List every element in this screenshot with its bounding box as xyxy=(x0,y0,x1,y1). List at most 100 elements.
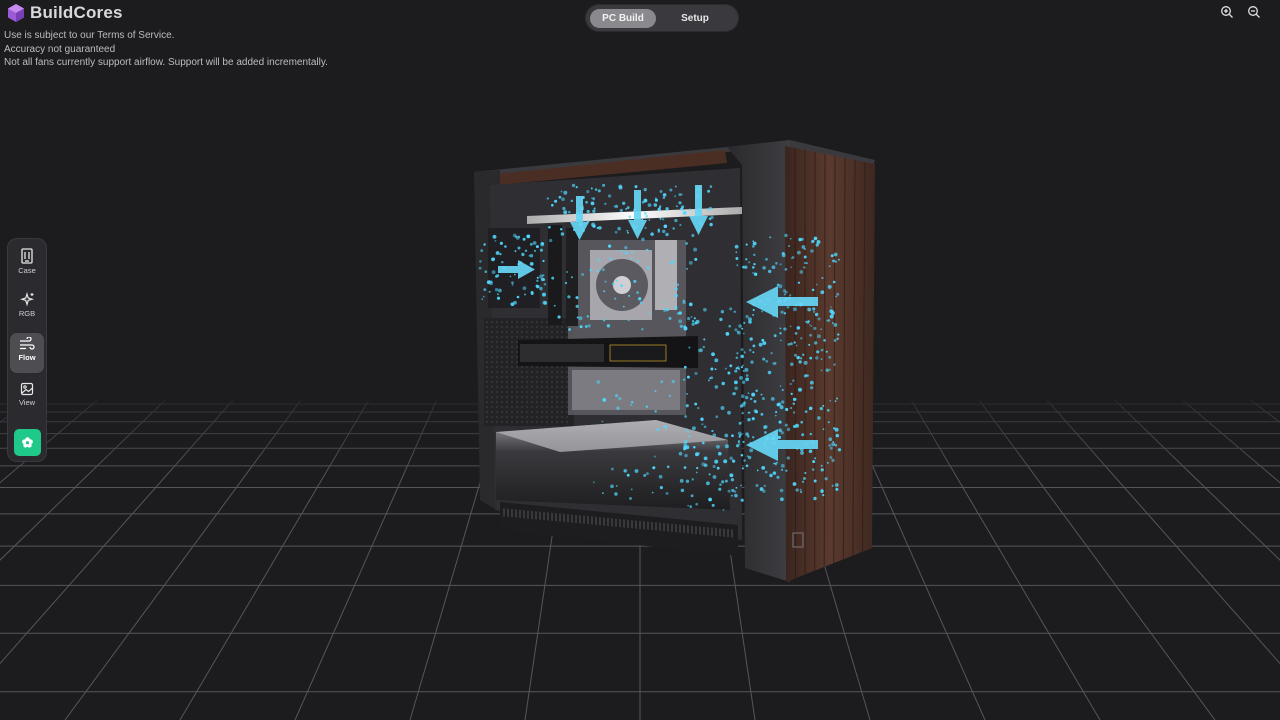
airflow-particle xyxy=(822,428,825,430)
airflow-particle xyxy=(597,259,600,262)
mesh-hole xyxy=(546,401,548,403)
mesh-hole xyxy=(516,381,518,383)
airflow-particle xyxy=(613,205,616,208)
mesh-hole xyxy=(486,386,488,388)
3d-viewport[interactable] xyxy=(0,0,1280,720)
airflow-particle xyxy=(593,197,595,199)
airflow-particle xyxy=(750,360,754,364)
airflow-particle xyxy=(737,441,740,444)
mesh-hole xyxy=(536,331,538,333)
airflow-particle xyxy=(714,459,719,464)
airflow-particle xyxy=(585,200,588,204)
mesh-hole xyxy=(556,401,558,403)
airflow-particle xyxy=(789,325,792,328)
zoom-in-button[interactable] xyxy=(1220,5,1234,19)
airflow-particle xyxy=(738,421,742,425)
mesh-hole xyxy=(486,356,488,358)
mesh-hole xyxy=(491,346,493,348)
pc-case-model[interactable] xyxy=(474,140,875,582)
airflow-particle xyxy=(710,215,714,219)
airflow-particle xyxy=(835,433,840,438)
mesh-hole xyxy=(511,346,513,348)
airflow-particle xyxy=(649,311,651,314)
airflow-particle xyxy=(618,184,623,189)
airflow-particle xyxy=(837,448,842,452)
tool-rgb[interactable]: RGB xyxy=(10,288,44,328)
airflow-particle xyxy=(755,389,758,392)
zoom-out-button[interactable] xyxy=(1247,5,1261,19)
airflow-particle xyxy=(784,290,788,294)
airflow-particle xyxy=(780,431,784,435)
airflow-particle xyxy=(691,234,695,237)
mesh-hole xyxy=(511,356,513,358)
airflow-particle xyxy=(795,488,799,492)
airflow-particle xyxy=(735,367,738,370)
mesh-hole xyxy=(556,406,558,408)
mesh-hole xyxy=(551,371,553,373)
airflow-particle xyxy=(542,292,546,297)
airflow-particle xyxy=(820,358,823,360)
airflow-particle xyxy=(762,341,767,345)
airflow-particle xyxy=(749,397,753,401)
airflow-particle xyxy=(576,316,579,319)
airflow-particle xyxy=(665,232,669,237)
airflow-particle xyxy=(744,367,749,372)
tab-pc-build[interactable]: PC Build xyxy=(590,8,656,28)
airflow-particle xyxy=(776,475,780,479)
airflow-particle xyxy=(830,306,832,308)
airflow-particle xyxy=(483,243,486,246)
mesh-hole xyxy=(491,371,493,373)
airflow-particle xyxy=(775,414,777,417)
airflow-particle xyxy=(789,237,792,240)
mesh-hole xyxy=(541,366,543,368)
mesh-hole xyxy=(516,326,518,328)
tool-case[interactable]: Case xyxy=(10,244,44,284)
airflow-particle xyxy=(624,245,628,250)
tab-setup[interactable]: Setup xyxy=(660,9,730,28)
airflow-particle xyxy=(796,355,800,360)
airflow-particle xyxy=(745,374,749,377)
airflow-particle xyxy=(786,456,790,460)
airflow-particle xyxy=(829,446,833,450)
airflow-particle xyxy=(760,412,764,416)
app-logo[interactable]: BuildCores xyxy=(6,3,123,23)
mesh-hole xyxy=(541,376,543,378)
mesh-hole xyxy=(511,331,513,333)
airflow-particle xyxy=(792,411,796,414)
airflow-particle xyxy=(659,217,662,220)
airflow-particle xyxy=(737,330,741,335)
mesh-hole xyxy=(531,406,533,408)
airflow-particle xyxy=(725,332,730,336)
airflow-particle xyxy=(831,442,836,447)
mesh-hole xyxy=(516,371,518,373)
mesh-hole xyxy=(566,411,568,413)
extra-action-button[interactable] xyxy=(14,429,41,456)
airflow-particle xyxy=(701,441,705,445)
mesh-hole xyxy=(501,381,503,383)
airflow-particle xyxy=(816,334,821,339)
airflow-particle xyxy=(831,458,835,463)
mesh-hole xyxy=(531,411,533,413)
airflow-particle xyxy=(560,190,563,193)
airflow-particle xyxy=(824,477,828,481)
airflow-particle xyxy=(740,484,742,487)
airflow-particle xyxy=(495,251,500,255)
airflow-particle xyxy=(694,257,698,261)
tool-view[interactable]: View xyxy=(10,378,44,418)
airflow-particle xyxy=(740,498,744,502)
mesh-hole xyxy=(486,421,488,423)
airflow-particle xyxy=(643,211,647,215)
airflow-particle xyxy=(745,314,749,319)
airflow-particle xyxy=(562,206,566,211)
tool-case-label: Case xyxy=(18,266,36,275)
airflow-particle xyxy=(664,301,667,303)
airflow-particle xyxy=(627,319,630,322)
airflow-particle xyxy=(820,468,824,472)
airflow-particle xyxy=(707,208,710,211)
airflow-particle xyxy=(603,290,606,293)
airflow-particle xyxy=(684,453,688,458)
airflow-particle xyxy=(810,249,814,253)
airflow-particle xyxy=(542,259,545,263)
airflow-particle xyxy=(620,284,623,288)
tool-flow[interactable]: Flow xyxy=(10,333,44,373)
